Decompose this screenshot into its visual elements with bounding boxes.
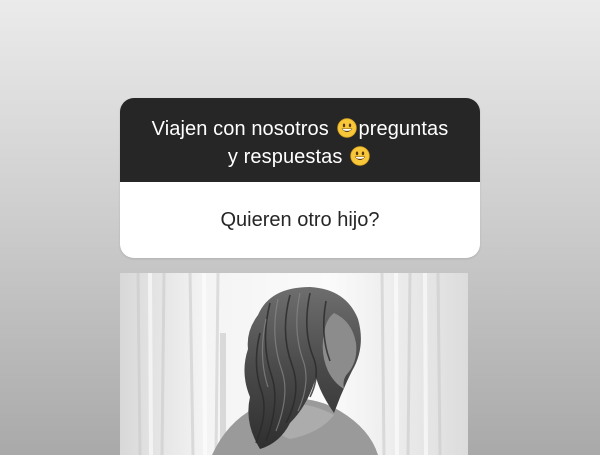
answer-text: Quieren otro hijo? bbox=[220, 208, 380, 231]
question-text-part1: Viajen con nosotros bbox=[151, 118, 335, 140]
question-text-line2: y respuestas bbox=[227, 146, 349, 168]
woman-with-long-wavy-hair-icon bbox=[120, 273, 468, 455]
question-sticker-card[interactable]: Viajen con nosotros preguntas y respuest… bbox=[120, 98, 480, 258]
story-photo bbox=[120, 273, 468, 455]
answer-area: Quieren otro hijo? bbox=[120, 182, 480, 258]
grinning-face-icon bbox=[336, 118, 357, 138]
question-text-part2: preguntas bbox=[358, 118, 449, 140]
grinning-face-icon bbox=[350, 146, 370, 166]
question-header: Viajen con nosotros preguntas y respuest… bbox=[120, 98, 480, 182]
